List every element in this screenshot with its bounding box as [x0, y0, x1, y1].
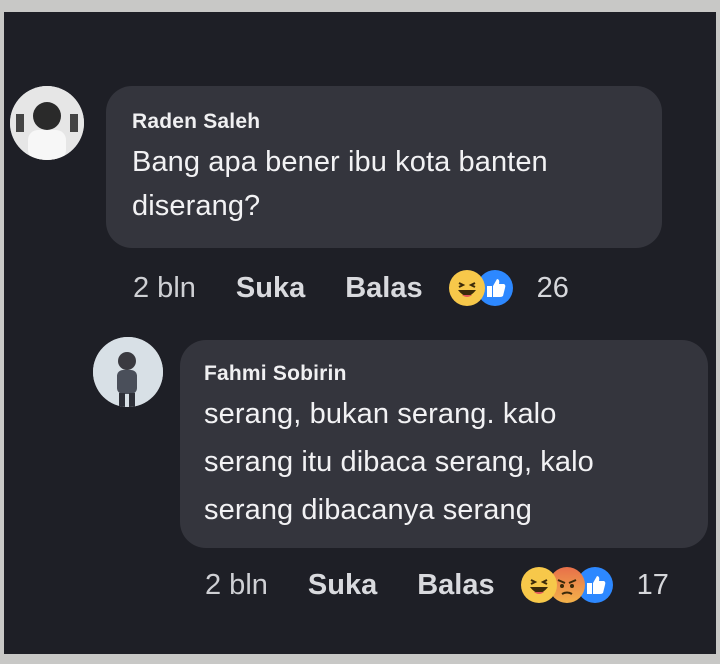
comment-bubble[interactable]: Raden Saleh Bang apa bener ibu kota bant…: [106, 86, 662, 248]
reply-bubble[interactable]: Fahmi Sobirin serang, bukan serang. kalo…: [180, 340, 708, 548]
comment-text-line: serang, bukan serang. kalo: [204, 398, 557, 430]
avatar-fahmi-sobirin[interactable]: [93, 337, 163, 407]
like-button[interactable]: Suka: [308, 569, 377, 602]
comment-text-line: Bang apa bener ibu kota banten: [132, 146, 548, 178]
reactions-summary[interactable]: [448, 270, 513, 306]
comment-text-line: serang itu dibaca serang, kalo: [204, 446, 594, 478]
reply-button[interactable]: Balas: [417, 569, 494, 602]
reactions-summary[interactable]: [520, 567, 613, 603]
comment-actions: 2 bln Suka Balas 17: [205, 565, 669, 605]
comment-text-line: diserang?: [132, 190, 261, 222]
haha-icon: [520, 567, 557, 603]
avatar-raden-saleh[interactable]: [10, 86, 84, 160]
comment-actions: 2 bln Suka Balas 26: [133, 268, 569, 308]
reaction-count[interactable]: 17: [637, 569, 669, 602]
comment-timestamp[interactable]: 2 bln: [133, 272, 196, 305]
like-button[interactable]: Suka: [236, 272, 305, 305]
comment-timestamp[interactable]: 2 bln: [205, 569, 268, 602]
comment-author[interactable]: Raden Saleh: [132, 110, 260, 134]
comment-text-line: serang dibacanya serang: [204, 494, 532, 526]
reaction-count[interactable]: 26: [537, 272, 569, 305]
comment-author[interactable]: Fahmi Sobirin: [204, 362, 347, 386]
reply-button[interactable]: Balas: [345, 272, 422, 305]
haha-icon: [448, 270, 485, 306]
